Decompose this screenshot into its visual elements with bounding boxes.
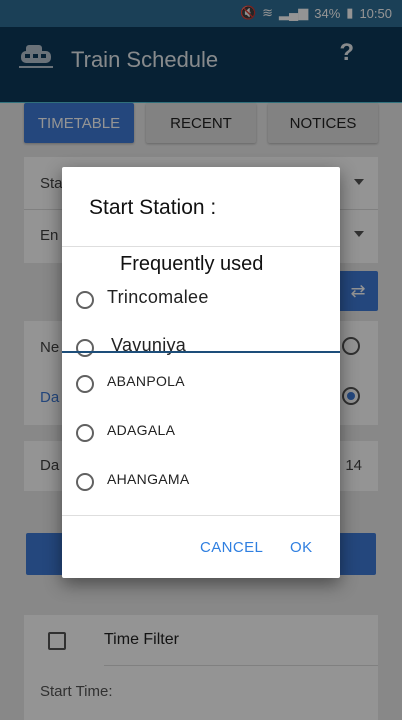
station-name: AHANGAMA: [107, 471, 190, 487]
radio-button[interactable]: [76, 375, 94, 393]
ok-button[interactable]: OK: [290, 539, 312, 556]
radio-button[interactable]: [76, 339, 94, 357]
station-name: ABANPOLA: [107, 373, 185, 389]
list-item[interactable]: AHANGAMA: [62, 459, 340, 503]
radio-button[interactable]: [76, 291, 94, 309]
divider: [62, 515, 340, 516]
station-list[interactable]: Frequently used Trincomalee Vavuniya ABA…: [62, 247, 340, 515]
station-name: Trincomalee: [107, 287, 209, 307]
list-item[interactable]: Trincomalee: [62, 277, 340, 321]
cancel-button[interactable]: CANCEL: [200, 539, 263, 556]
list-item[interactable]: ADAGALA: [62, 410, 340, 454]
frequently-used-header: Frequently used: [120, 253, 264, 276]
radio-button[interactable]: [76, 473, 94, 491]
dialog-title: Start Station :: [89, 196, 217, 219]
list-item[interactable]: ABANPOLA: [62, 361, 340, 405]
start-station-dialog: Start Station : Frequently used Trincoma…: [62, 167, 340, 578]
station-name: ADAGALA: [107, 422, 176, 438]
radio-button[interactable]: [76, 424, 94, 442]
frequently-used-divider: [62, 351, 340, 353]
